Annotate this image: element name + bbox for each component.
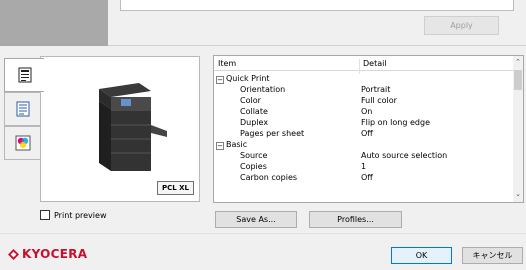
print-preview-label: Print preview: [54, 210, 107, 220]
printer-settings-icon: [18, 67, 31, 83]
setting-value: Off: [361, 173, 373, 182]
setting-value: Flip on long edge: [361, 118, 430, 127]
collapse-icon[interactable]: −: [216, 142, 224, 150]
document-layout-icon: [16, 101, 30, 117]
printer-image: [99, 83, 167, 171]
setting-name: Orientation: [240, 85, 286, 94]
column-header-detail[interactable]: Detail: [359, 59, 387, 74]
setting-name: Source: [240, 151, 268, 160]
profiles-button[interactable]: Profiles...: [309, 211, 402, 228]
color-icon: [15, 135, 31, 151]
setting-name: Duplex: [240, 118, 269, 127]
brand-logo: KYOCERA: [8, 247, 87, 261]
tree-row[interactable]: Pages per sheet Off: [214, 129, 514, 140]
footer-divider: [0, 233, 526, 234]
setting-name: Pages per sheet: [240, 129, 305, 138]
column-header-item[interactable]: Item: [218, 59, 236, 68]
print-preview-option[interactable]: Print preview: [40, 210, 106, 220]
tree-row[interactable]: Carbon copies Off: [214, 173, 514, 184]
ok-button[interactable]: OK: [391, 247, 452, 264]
kyocera-logo-icon: [8, 248, 19, 260]
print-preview-checkbox[interactable]: [40, 210, 50, 220]
group-label: Quick Print: [226, 74, 270, 83]
setting-value: Full color: [361, 96, 397, 105]
tab-document-layout[interactable]: [4, 92, 41, 126]
tree-row[interactable]: Duplex Flip on long edge: [214, 118, 514, 129]
setting-name: Copies: [240, 162, 267, 171]
save-as-button[interactable]: Save As...: [215, 211, 297, 228]
tree-row[interactable]: Collate On: [214, 107, 514, 118]
setting-value: Auto source selection: [361, 151, 448, 160]
scroll-down-icon[interactable]: ⌄: [514, 190, 522, 200]
collapse-icon[interactable]: −: [216, 76, 224, 84]
settings-tree[interactable]: Item Detail − Quick Print Orientation Por…: [213, 55, 524, 203]
printer-preview-panel: PCL XL: [40, 56, 200, 202]
header-content-area: [120, 0, 514, 11]
setting-name: Collate: [240, 107, 268, 116]
group-label: Basic: [226, 140, 248, 149]
tree-row[interactable]: Source Auto source selection: [214, 151, 514, 162]
setting-value: 1: [361, 162, 367, 171]
scroll-thumb[interactable]: [514, 70, 522, 90]
tree-row[interactable]: Orientation Portrait: [214, 85, 514, 96]
tab-color[interactable]: [4, 126, 41, 160]
setting-value: On: [361, 107, 373, 116]
brand-name: KYOCERA: [22, 247, 88, 261]
tree-rows: − Quick Print Orientation Portrait Color …: [214, 74, 514, 184]
cancel-button[interactable]: キャンセル: [462, 247, 523, 264]
tab-printer-settings[interactable]: [4, 58, 44, 92]
tree-group-row[interactable]: − Quick Print: [214, 74, 514, 85]
setting-name: Color: [240, 96, 261, 105]
tree-header: Item Detail: [214, 56, 514, 74]
tree-row[interactable]: Color Full color: [214, 96, 514, 107]
setting-value: Portrait: [361, 85, 391, 94]
side-tab-bar: [4, 58, 44, 160]
apply-button[interactable]: Apply: [424, 16, 499, 35]
header-gray-area: [0, 0, 108, 46]
tree-group-row[interactable]: − Basic: [214, 140, 514, 151]
pdl-badge: PCL XL: [156, 181, 194, 195]
tree-scrollbar[interactable]: ⌃ ⌄: [513, 56, 523, 202]
setting-value: Off: [361, 129, 373, 138]
setting-name: Carbon copies: [240, 173, 298, 182]
tree-row[interactable]: Copies 1: [214, 162, 514, 173]
scroll-up-icon[interactable]: ⌃: [514, 58, 522, 68]
